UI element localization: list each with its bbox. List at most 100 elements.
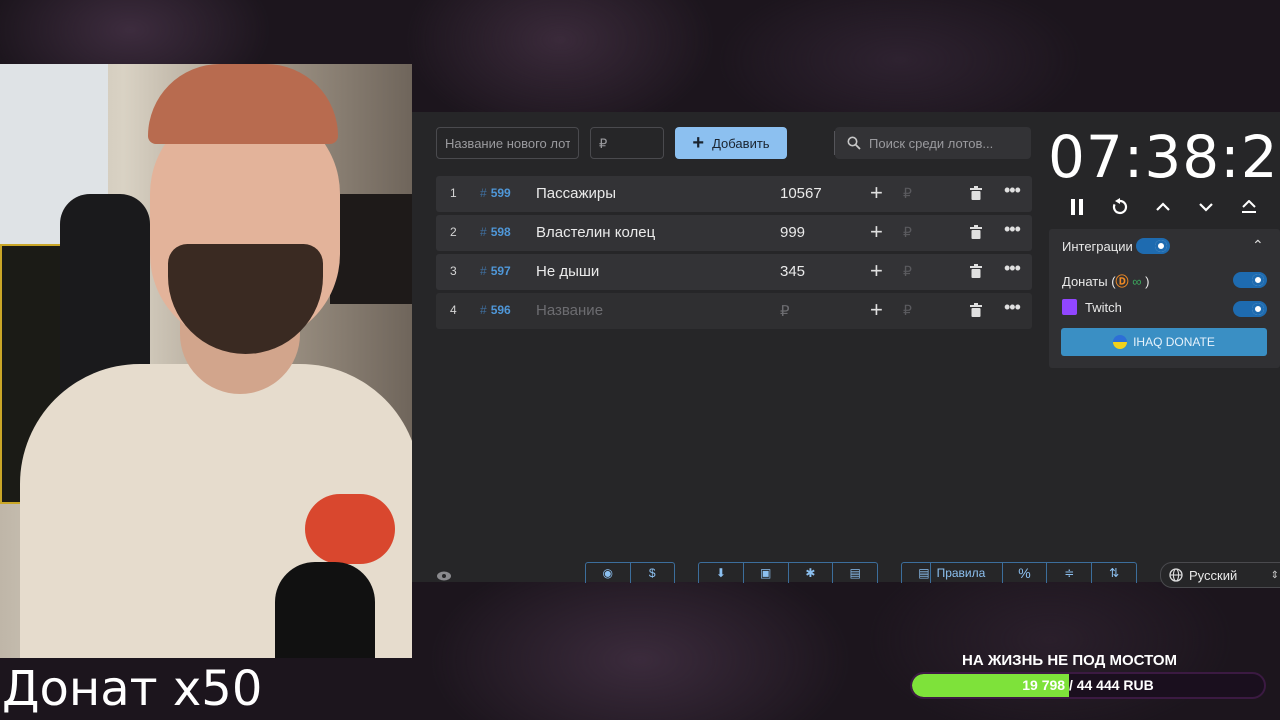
- trash-icon[interactable]: [970, 264, 982, 278]
- eye-icon[interactable]: [436, 568, 452, 586]
- more-icon[interactable]: •••: [1004, 258, 1021, 279]
- twitch-icon: [1062, 299, 1077, 315]
- lot-name[interactable]: Не дыши: [536, 263, 599, 280]
- add-amount-icon[interactable]: +: [870, 258, 883, 284]
- trash-icon[interactable]: [970, 225, 982, 239]
- lot-search-input[interactable]: Поиск среди лотов...: [835, 127, 1031, 159]
- donation-multiplier-caption: Донат x50: [2, 661, 263, 717]
- trash-icon[interactable]: [970, 186, 982, 200]
- trash-list-icon[interactable]: ▤: [833, 563, 877, 583]
- shirt-print: [305, 494, 395, 564]
- add-lot-button[interactable]: + Добавить: [675, 127, 787, 159]
- auction-timer: 07:38:25: [1048, 123, 1280, 191]
- chevron-up-icon[interactable]: [1150, 194, 1176, 220]
- donations-label: Донаты (Ⓓ ∞ ): [1062, 271, 1149, 290]
- ihaq-donate-button[interactable]: IHAQ DONATE: [1061, 328, 1267, 356]
- lot-index: 3: [450, 264, 457, 278]
- trash-icon[interactable]: [970, 303, 982, 317]
- streamer-cap: [148, 64, 338, 144]
- integrations-header: Интеграции: [1062, 239, 1133, 254]
- integrations-panel: Интеграции ⌃ Донаты (Ⓓ ∞ ) Twitch IHAQ D…: [1049, 229, 1280, 368]
- hash-icon: #: [480, 225, 487, 239]
- link-icon: ∞: [1132, 274, 1142, 289]
- double-chevron-up-icon[interactable]: [1236, 194, 1262, 220]
- search-icon: [847, 136, 861, 150]
- lot-id: #599: [480, 186, 511, 200]
- lot-row[interactable]: 3 #597 Не дыши 345 + ₽ •••: [436, 254, 1032, 290]
- save-icon[interactable]: ▣: [744, 563, 789, 583]
- language-select[interactable]: Русский ⇕: [1160, 562, 1280, 588]
- links-group: ◉ $: [585, 562, 675, 583]
- lot-row-new[interactable]: 4 #596 Название ₽ + ₽ •••: [436, 293, 1032, 329]
- globe-icon: [1169, 568, 1183, 582]
- rules-icon: ▤: [918, 563, 931, 583]
- add-amount-input[interactable]: ₽: [903, 263, 912, 280]
- lot-amount-placeholder[interactable]: ₽: [780, 302, 790, 320]
- lot-id-value: 596: [490, 303, 511, 317]
- lot-row[interactable]: 2 #598 Властелин колец 999 + ₽ •••: [436, 215, 1032, 251]
- lot-name-placeholder[interactable]: Название: [536, 302, 603, 319]
- goal-title: НА ЖИЗНЬ НЕ ПОД МОСТОМ: [962, 652, 1178, 669]
- lot-id: #598: [480, 225, 511, 239]
- more-icon[interactable]: •••: [1004, 219, 1021, 240]
- lot-id-value: 598: [490, 225, 511, 239]
- bottom-toolbar: ◉ $ ⬇ ▣ ✱ ▤ ▤ Правила % ≑ ⇅ Русский ⇕: [412, 562, 1280, 588]
- lot-row[interactable]: 1 #599 Пассажиры 10567 + ₽ •••: [436, 176, 1032, 212]
- sort-icon[interactable]: ⇅: [1092, 563, 1136, 583]
- lot-amount[interactable]: 10567: [780, 185, 822, 202]
- lot-amount[interactable]: 999: [780, 224, 805, 241]
- donationalerts-icon: Ⓓ: [1115, 274, 1129, 289]
- auction-app: + Добавить Поиск среди лотов... 1 #599 П…: [412, 112, 1280, 588]
- hash-icon: #: [480, 264, 487, 278]
- twitch-toggle[interactable]: [1233, 301, 1267, 317]
- chevron-down-icon[interactable]: [1193, 194, 1219, 220]
- lot-name[interactable]: Властелин колец: [536, 224, 655, 241]
- plus-icon: +: [692, 132, 705, 154]
- pause-icon[interactable]: [1064, 194, 1090, 220]
- rules-label: Правила: [936, 566, 986, 580]
- shelf-figure: [330, 194, 412, 304]
- file-actions-group: ⬇ ▣ ✱ ▤: [698, 562, 878, 583]
- hash-icon: #: [480, 186, 487, 200]
- add-amount-icon[interactable]: +: [870, 219, 883, 245]
- add-amount-icon[interactable]: +: [870, 297, 883, 323]
- add-amount-input[interactable]: ₽: [903, 302, 912, 319]
- twitch-label: Twitch: [1085, 300, 1122, 315]
- settings-group: ▤ Правила % ≑ ⇅: [901, 562, 1137, 583]
- bug-icon[interactable]: ✱: [789, 563, 834, 583]
- new-lot-price-input[interactable]: [590, 127, 664, 159]
- integrations-toggle[interactable]: [1136, 238, 1170, 254]
- goal-progress-text: 19 798 / 44 444 RUB: [1022, 677, 1154, 693]
- new-lot-name-input[interactable]: [436, 127, 579, 159]
- language-label: Русский: [1189, 567, 1238, 583]
- lot-id: #597: [480, 264, 511, 278]
- donations-toggle[interactable]: [1233, 272, 1267, 288]
- ihaq-donate-label: IHAQ DONATE: [1133, 335, 1215, 349]
- lot-name[interactable]: Пассажиры: [536, 185, 616, 202]
- more-icon[interactable]: •••: [1004, 297, 1021, 318]
- add-amount-input[interactable]: ₽: [903, 224, 912, 241]
- microphone: [275, 562, 375, 658]
- more-icon[interactable]: •••: [1004, 180, 1021, 201]
- dollar-icon[interactable]: $: [631, 563, 675, 583]
- lot-id-value: 599: [490, 186, 511, 200]
- percent-button[interactable]: %: [1003, 563, 1048, 583]
- download-icon[interactable]: ⬇: [699, 563, 744, 583]
- add-amount-icon[interactable]: +: [870, 180, 883, 206]
- chevron-up-icon[interactable]: ⌃: [1252, 237, 1264, 254]
- lot-index: 1: [450, 186, 457, 200]
- lot-amount[interactable]: 345: [780, 263, 805, 280]
- ihaq-logo-icon: [1113, 335, 1128, 349]
- lot-id: #596: [480, 303, 511, 317]
- lot-index: 4: [450, 303, 457, 317]
- webcam-feed: [0, 64, 412, 658]
- split-icon[interactable]: ≑: [1047, 563, 1093, 583]
- hash-icon: #: [480, 303, 487, 317]
- search-placeholder: Поиск среди лотов...: [869, 135, 994, 151]
- add-amount-input[interactable]: ₽: [903, 185, 912, 202]
- github-icon[interactable]: ◉: [586, 563, 631, 583]
- reset-icon[interactable]: [1107, 194, 1133, 220]
- donations-label-close: ): [1145, 274, 1150, 289]
- rules-button[interactable]: ▤ Правила: [902, 563, 1003, 583]
- lot-index: 2: [450, 225, 457, 239]
